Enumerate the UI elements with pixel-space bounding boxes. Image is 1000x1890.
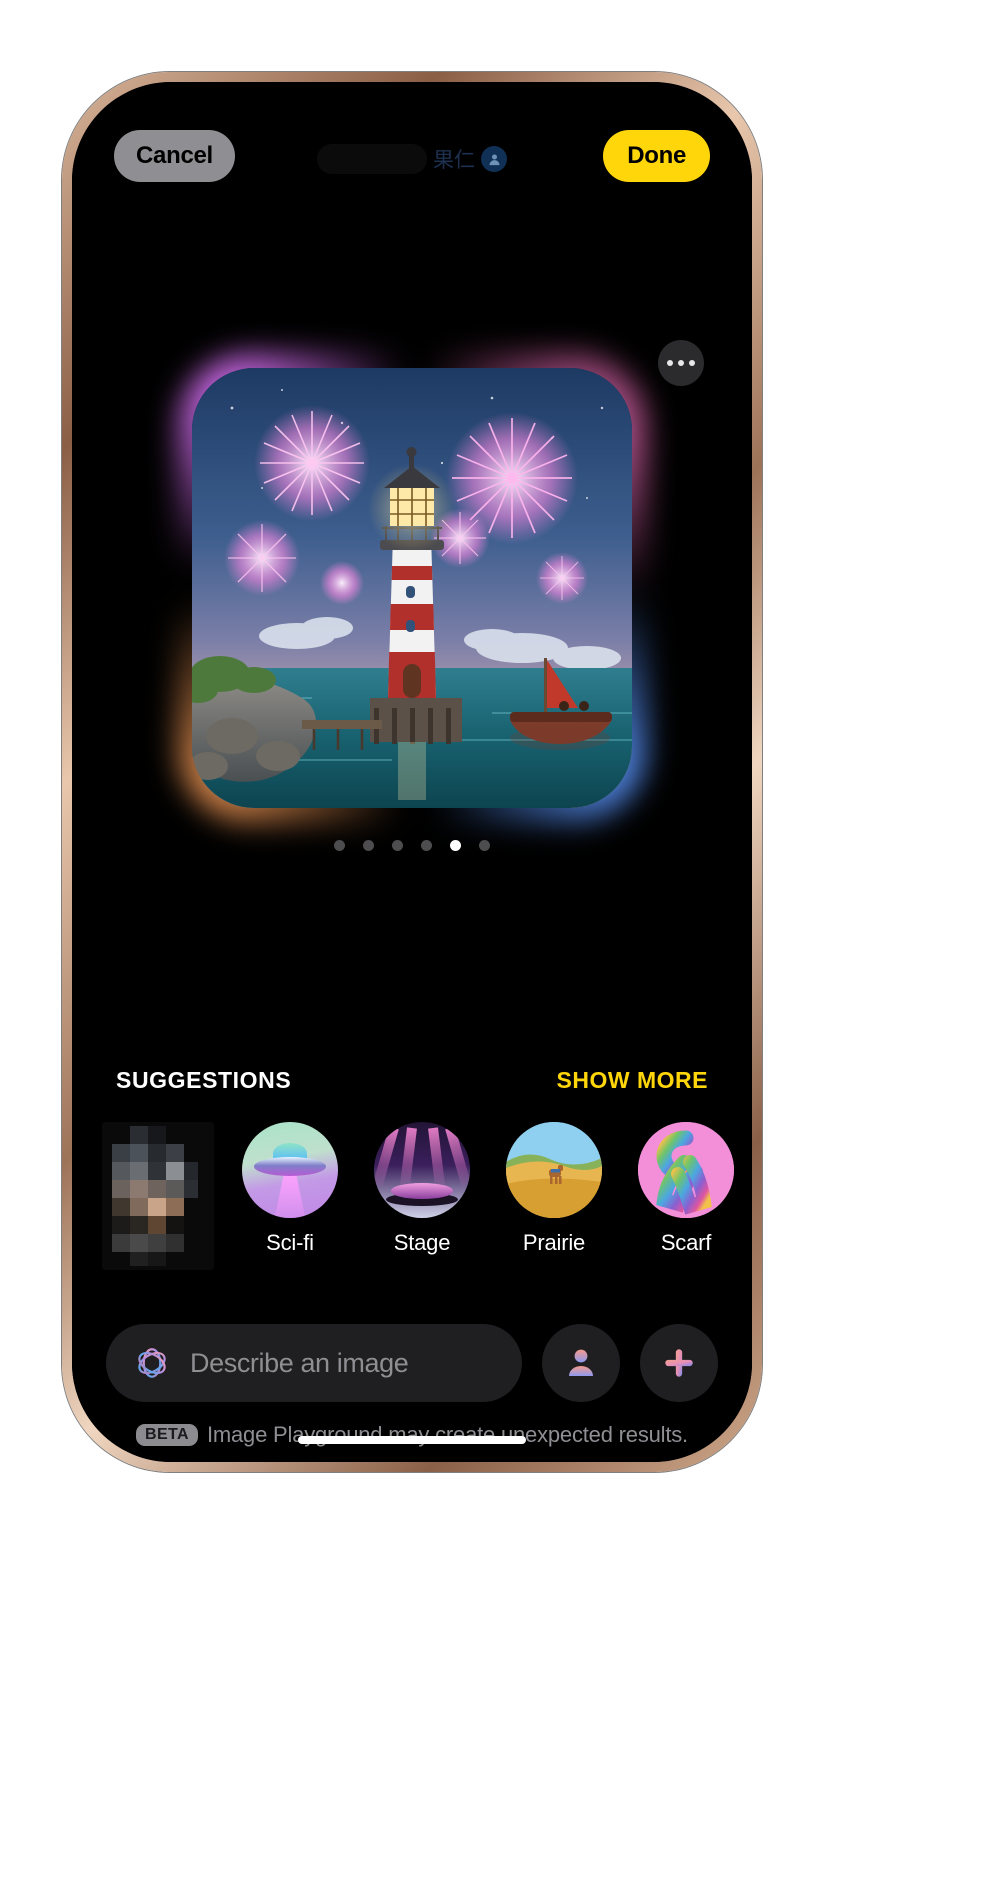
disclaimer-text: Image Playground may create unexpected r… xyxy=(206,1422,688,1447)
suggestion-item-stage[interactable]: Stage xyxy=(366,1122,478,1256)
home-indicator[interactable] xyxy=(298,1436,526,1444)
ellipsis-dot xyxy=(678,360,684,366)
page-dot[interactable] xyxy=(363,840,374,851)
stage-beam xyxy=(427,1127,445,1188)
stage-beam xyxy=(374,1126,399,1187)
phone-screen-bezel: Cancel Done 果仁 SUGGESTIONS SHOW MORE Sci… xyxy=(72,82,752,1462)
image-playground-screen: Cancel Done 果仁 SUGGESTIONS SHOW MORE Sci… xyxy=(72,82,752,1462)
cancel-button[interactable]: Cancel xyxy=(114,130,235,182)
scarf-art xyxy=(638,1122,734,1218)
ellipsis-icon[interactable] xyxy=(658,340,704,386)
suggestions-list: Sci-fi Stage Prairie Scarf xyxy=(102,1122,742,1282)
page-dot[interactable] xyxy=(479,840,490,851)
stage-podium xyxy=(391,1183,453,1199)
page-dot[interactable] xyxy=(392,840,403,851)
suggestion-item-prairie[interactable]: Prairie xyxy=(498,1122,610,1256)
stage-icon xyxy=(374,1122,470,1218)
suggestion-item-censored[interactable] xyxy=(102,1122,214,1282)
page-dot[interactable] xyxy=(334,840,345,851)
suggestion-label: Scarf xyxy=(660,1230,712,1255)
censored-thumbnail xyxy=(102,1122,214,1270)
done-button[interactable]: Done xyxy=(603,130,710,182)
person-icon[interactable] xyxy=(542,1324,620,1402)
lighthouse-fireworks-artwork xyxy=(192,368,632,808)
generated-image-card[interactable] xyxy=(176,352,648,824)
prairie-icon xyxy=(506,1122,602,1218)
suggestion-item-scarf[interactable]: Scarf xyxy=(630,1122,742,1256)
suggestion-item-sci-fi[interactable]: Sci-fi xyxy=(234,1122,346,1256)
scarf-icon xyxy=(638,1122,734,1218)
beta-badge: BETA xyxy=(136,1424,198,1446)
suggestion-label: Prairie xyxy=(522,1230,586,1255)
plus-icon[interactable] xyxy=(640,1324,718,1402)
ellipsis-dot xyxy=(689,360,695,366)
ellipsis-dot xyxy=(667,360,673,366)
suggestions-title: SUGGESTIONS xyxy=(116,1067,292,1093)
ufo-icon xyxy=(242,1122,338,1218)
plus-glyph xyxy=(665,1349,693,1377)
top-toolbar: Cancel Done xyxy=(72,130,752,182)
apple-intelligence-icon xyxy=(138,1348,166,1378)
person-glyph xyxy=(569,1349,593,1376)
prairie-art xyxy=(506,1122,602,1218)
phone-device-frame: Cancel Done 果仁 SUGGESTIONS SHOW MORE Sci… xyxy=(62,72,762,1472)
pixelated-block-icon xyxy=(102,1122,214,1270)
composer-bar: Describe an image xyxy=(106,1324,718,1402)
stage-beam xyxy=(445,1126,470,1187)
page-dot-active[interactable] xyxy=(450,840,461,851)
suggestion-label: Stage xyxy=(393,1230,451,1255)
describe-placeholder: Describe an image xyxy=(190,1347,409,1378)
show-more-button[interactable]: SHOW MORE xyxy=(557,1067,708,1094)
generated-image[interactable] xyxy=(192,368,632,808)
stage-beam xyxy=(399,1127,417,1188)
ufo-body xyxy=(253,1156,327,1176)
page-dot[interactable] xyxy=(421,840,432,851)
ufo-beam xyxy=(274,1173,306,1218)
screenshot-root: Cancel Done 果仁 SUGGESTIONS SHOW MORE Sci… xyxy=(0,0,1000,1890)
describe-input[interactable]: Describe an image xyxy=(106,1324,522,1402)
beta-disclaimer: BETA Image Playground may create unexpec… xyxy=(72,1422,752,1448)
page-indicator[interactable] xyxy=(334,840,490,851)
suggestions-header: SUGGESTIONS SHOW MORE xyxy=(116,1067,708,1094)
suggestion-label: Sci-fi xyxy=(266,1230,314,1255)
